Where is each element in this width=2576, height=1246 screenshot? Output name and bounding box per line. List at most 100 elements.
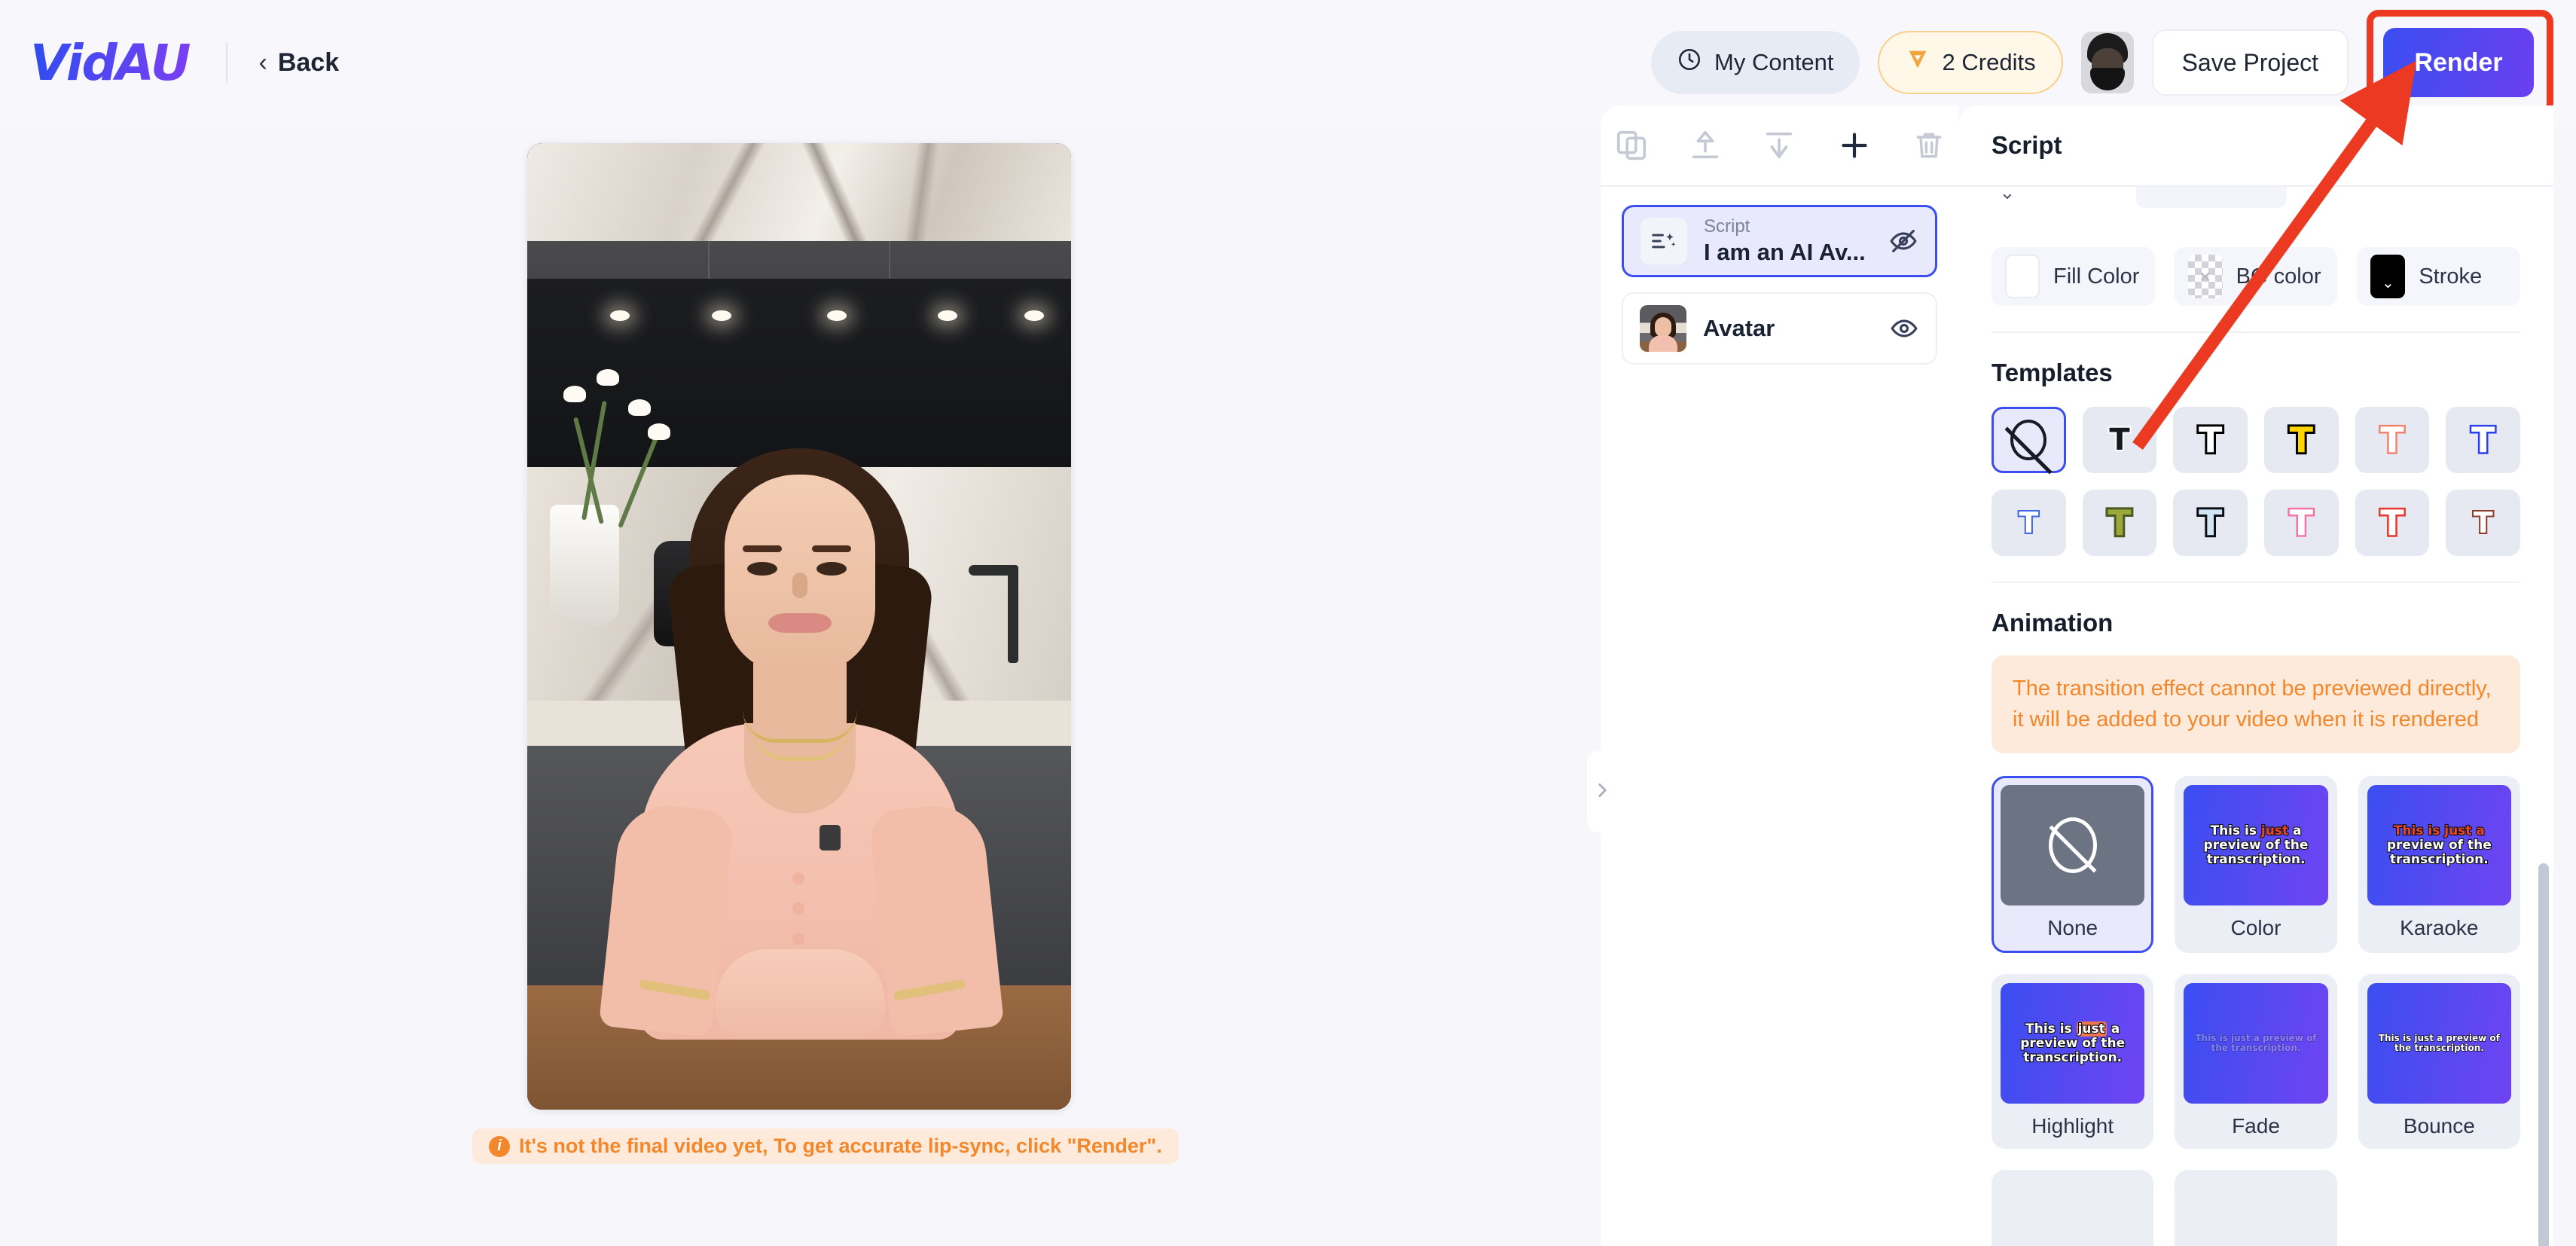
- fill-color-button[interactable]: Fill Color: [1992, 247, 2155, 306]
- template-item[interactable]: T: [2082, 490, 2157, 556]
- template-item[interactable]: T: [2263, 490, 2339, 556]
- animation-option-color[interactable]: This is just a preview of the transcript…: [2175, 776, 2337, 954]
- lapel-mic: [819, 825, 841, 851]
- template-item[interactable]: T: [2355, 407, 2430, 473]
- clock-icon: [1677, 47, 1702, 78]
- animation-option-fade[interactable]: This is just a preview of the transcript…: [2175, 974, 2337, 1150]
- color-controls: Fill Color BG color ⌄ Stroke: [1992, 247, 2521, 306]
- header-divider: [225, 42, 227, 83]
- eye-off-icon[interactable]: [1888, 226, 1918, 256]
- properties-body: ⌄ Fill Color BG color ⌄ Stroke: [1958, 187, 2553, 1246]
- bg-color-swatch[interactable]: [2187, 255, 2223, 298]
- layer-item-script[interactable]: Script I am an AI Av...: [1622, 205, 1937, 277]
- animation-preview-text: This is just a preview of the transcript…: [2386, 823, 2492, 867]
- info-icon: i: [489, 1135, 510, 1157]
- alignment-group[interactable]: [2136, 187, 2287, 208]
- vase: [550, 505, 619, 625]
- lip-sync-notice-text: It's not the final video yet, To get acc…: [519, 1135, 1162, 1157]
- credits-button[interactable]: 2 Credits: [1877, 31, 2063, 94]
- credits-label: 2 Credits: [1942, 49, 2036, 75]
- stroke-color-swatch[interactable]: ⌄: [2370, 255, 2406, 298]
- template-glyph: T: [2196, 420, 2224, 460]
- presenter-nose: [792, 573, 807, 598]
- my-content-label: My Content: [1714, 49, 1834, 75]
- animation-thumb: [2184, 1179, 2328, 1246]
- section-divider: [1992, 331, 2520, 333]
- template-item[interactable]: T: [2173, 407, 2248, 473]
- eye-icon[interactable]: [1889, 313, 1919, 344]
- animation-option-row3-a[interactable]: [1992, 1170, 2154, 1246]
- chevron-left-icon: ‹: [258, 48, 267, 77]
- animation-option-karaoke[interactable]: This is just a preview of the transcript…: [2358, 776, 2520, 954]
- presenter-lips: [768, 613, 832, 633]
- delete-layer-icon[interactable]: [1912, 129, 1946, 162]
- avatar-thumbnail: [1640, 305, 1686, 352]
- layer-meta: Avatar: [1703, 315, 1872, 342]
- animation-thumb: [2001, 785, 2145, 906]
- templates-title: Templates: [1992, 359, 2113, 386]
- save-project-button[interactable]: Save Project: [2151, 29, 2349, 96]
- animation-note: The transition effect cannot be previewe…: [1992, 655, 2520, 754]
- bg-color-label: BG color: [2236, 264, 2321, 289]
- animation-option-bounce[interactable]: This is just a preview of the transcript…: [2358, 974, 2520, 1150]
- properties-title: Script: [1958, 105, 2553, 187]
- animation-thumb: This is just a preview of the transcript…: [2367, 785, 2511, 906]
- template-item[interactable]: T: [2082, 407, 2157, 473]
- animation-option-highlight[interactable]: This is just a preview of the transcript…: [1992, 974, 2154, 1150]
- vidau-logo[interactable]: VidAU: [30, 34, 191, 92]
- bg-color-button[interactable]: BG color: [2174, 247, 2338, 306]
- animation-preview-text: This is just a preview of the transcript…: [2195, 1032, 2317, 1054]
- template-glyph: T: [2379, 502, 2406, 543]
- render-button[interactable]: Render: [2383, 28, 2534, 97]
- script-sparkle-icon: [1641, 218, 1687, 264]
- stroke-color-button[interactable]: ⌄ Stroke: [2357, 247, 2521, 306]
- add-layer-icon[interactable]: [1836, 127, 1873, 164]
- send-backward-icon[interactable]: [1762, 128, 1796, 163]
- ceiling-marble: [527, 143, 1071, 241]
- layer-name-label: I am an AI Av...: [1704, 238, 1866, 265]
- copy-icon[interactable]: [1614, 128, 1649, 163]
- fill-color-label: Fill Color: [2053, 264, 2140, 289]
- back-button-label: Back: [277, 47, 340, 77]
- my-content-button[interactable]: My Content: [1651, 31, 1860, 94]
- template-glyph: T: [2288, 420, 2315, 460]
- layer-name-label: Avatar: [1703, 315, 1775, 341]
- fill-color-swatch[interactable]: [2005, 255, 2040, 298]
- template-glyph: T: [2017, 506, 2040, 539]
- chevron-down-icon[interactable]: ⌄: [1999, 187, 2016, 204]
- template-none[interactable]: [1992, 407, 2066, 473]
- no-animation-icon: [2048, 817, 2097, 874]
- template-item[interactable]: T: [2446, 490, 2520, 556]
- animation-label: Highlight: [2031, 1114, 2114, 1138]
- layer-meta: Script I am an AI Av...: [1704, 215, 1872, 267]
- template-glyph: T: [2379, 420, 2406, 460]
- chevron-right-icon: [1592, 780, 1612, 804]
- animation-thumb: This is just a preview of the transcript…: [2001, 983, 2145, 1104]
- back-button[interactable]: ‹ Back: [259, 48, 340, 78]
- vidau-editor-window: VidAU ‹ Back My Content 2 Credits Save P…: [0, 0, 2576, 1246]
- animation-option-row3-b[interactable]: [2175, 1170, 2337, 1246]
- properties-panel: Script ⌄ Fill Color BG color: [1958, 105, 2553, 1246]
- layer-item-avatar[interactable]: Avatar: [1622, 292, 1937, 365]
- animation-option-none[interactable]: None: [1992, 776, 2154, 954]
- preview-stage: i It's not the final video yet, To get a…: [0, 125, 1601, 1246]
- template-glyph: T: [2196, 502, 2224, 543]
- faucet: [969, 565, 1018, 663]
- template-item[interactable]: T: [2173, 490, 2248, 556]
- properties-scrollbar[interactable]: [2538, 863, 2549, 1246]
- avatar-beard: [2089, 68, 2125, 90]
- template-item[interactable]: T: [2355, 490, 2430, 556]
- layer-kind-label: Script: [1704, 215, 1750, 237]
- template-item[interactable]: T: [2446, 407, 2520, 473]
- avatar[interactable]: [2080, 32, 2134, 93]
- video-preview[interactable]: [527, 143, 1071, 1110]
- template-item[interactable]: T: [2263, 407, 2339, 473]
- template-item[interactable]: T: [1992, 490, 2066, 556]
- no-template-icon: [2010, 420, 2047, 460]
- animation-preview-text: This is just a preview of the transcript…: [2202, 823, 2309, 867]
- animation-preview-text: This is just a preview of the transcript…: [2019, 1021, 2126, 1065]
- animation-thumb: [2001, 1179, 2145, 1246]
- animation-label: Fade: [2232, 1114, 2280, 1138]
- panel-collapse-button[interactable]: [1587, 751, 1617, 832]
- bring-forward-icon[interactable]: [1688, 128, 1723, 163]
